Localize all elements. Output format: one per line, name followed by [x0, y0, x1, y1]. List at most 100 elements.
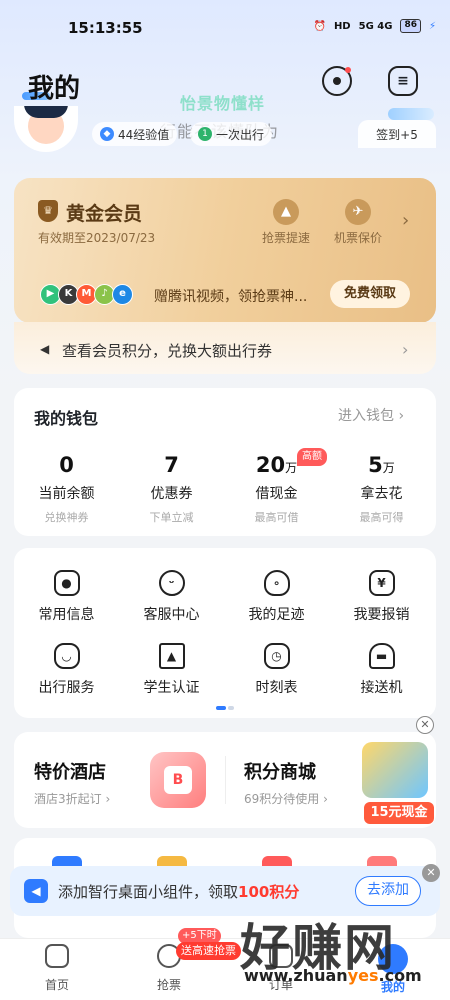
tab-home[interactable]: 首页	[12, 944, 102, 993]
message-button[interactable]: ≡	[388, 66, 418, 96]
service-label: 我的足迹	[248, 607, 305, 623]
service-label: 客服中心	[143, 607, 200, 623]
notification-dot	[345, 67, 351, 73]
smile-face-icon: ᵕ	[158, 570, 185, 596]
chevron-right-icon: ›	[101, 792, 111, 806]
diamond-icon: ◆	[100, 127, 114, 141]
chevron-right-icon: ›	[402, 340, 409, 359]
wallet-item-coupons[interactable]: 7 优惠券 下单立减	[119, 453, 224, 525]
wallet-label: 拿去花	[360, 486, 403, 502]
service-label: 常用信息	[38, 607, 95, 623]
close-icon[interactable]: ✕	[422, 864, 440, 882]
cash-tag[interactable]: 15元现金	[364, 802, 434, 824]
tab-label: 首页	[44, 978, 69, 992]
speaker-icon: ◀	[40, 342, 50, 356]
mall-sub: 69积分待使用	[244, 792, 320, 806]
service-timetable[interactable]: ◷ 时刻表	[224, 643, 329, 697]
hotel-promo[interactable]: 特价酒店 酒店3折起订 ›	[34, 758, 110, 807]
checkin-button[interactable]: 签到+5	[358, 120, 436, 148]
service-footprint[interactable]: ∘ 我的足迹	[224, 570, 329, 624]
benefit-flight-protect[interactable]: ✈ 机票保价	[323, 199, 393, 246]
charging-icon: ⚡	[428, 20, 436, 32]
service-student[interactable]: ▲ 学生认证	[119, 643, 224, 697]
chevron-right-icon: ›	[319, 792, 328, 806]
service-pickup[interactable]: ▬ 接送机	[329, 643, 434, 697]
crown-shield-icon: ♛	[38, 200, 58, 222]
service-label: 接送机	[360, 680, 403, 696]
bed-icon: B	[164, 766, 192, 794]
message-icon: ≡	[397, 73, 409, 89]
wallet-title: 我的钱包	[34, 409, 99, 428]
target-icon	[333, 77, 341, 85]
close-icon[interactable]: ✕	[416, 716, 434, 734]
wallet-sub: 最高可借	[254, 511, 299, 524]
wallet-value: 20	[255, 453, 286, 477]
tab-label: 抢票	[156, 978, 181, 992]
level-icon: 1	[198, 127, 212, 141]
wallet-sub: 最高可得	[359, 511, 404, 524]
tab-badge: 送高速抢票	[176, 942, 241, 960]
service-common-info[interactable]: ● 常用信息	[14, 570, 119, 624]
hd-icon: HD	[333, 20, 351, 32]
service-label: 出行服务	[38, 680, 95, 696]
wallet-label: 当前余额	[38, 486, 95, 502]
hotel-title: 特价酒店	[34, 762, 106, 783]
enter-wallet-link[interactable]: 进入钱包 ›	[338, 405, 404, 425]
record-button[interactable]	[322, 66, 352, 96]
signal-icon: 5G 4G	[358, 20, 393, 32]
service-label: 我要报销	[353, 607, 410, 623]
level-badge[interactable]: 1 一次出行	[190, 122, 273, 146]
wallet-sub: 兑换神券	[44, 511, 89, 524]
overlay-text: 怡景物懂样	[180, 94, 266, 113]
e-app-icon: e	[112, 284, 133, 305]
status-time: 15:13:55	[68, 19, 143, 37]
chevron-right-icon[interactable]: ›	[402, 210, 409, 231]
watermark-url: www.zhuanyes.com	[244, 966, 422, 985]
member-points-text: 查看会员积分，兑换大额出行券	[62, 342, 273, 360]
gold-member-title: 黄金会员	[66, 203, 143, 225]
gold-valid-date: 有效期至2023/07/23	[38, 231, 156, 245]
alarm-icon: ⏰	[313, 20, 326, 32]
service-reimburse[interactable]: ¥ 我要报销	[329, 570, 434, 624]
benefit-label: 机票保价	[333, 231, 382, 245]
battery-indicator: 86	[400, 19, 421, 33]
wallet-sub: 下单立减	[149, 511, 194, 524]
yuan-receipt-icon: ¥	[368, 570, 395, 596]
service-customer-center[interactable]: ᵕ 客服中心	[119, 570, 224, 624]
add-widget-button[interactable]: 去添加	[355, 876, 421, 906]
chevron-right-icon: ›	[398, 408, 405, 424]
wallet-unit: 万	[285, 461, 298, 475]
free-claim-button[interactable]: 免费领取	[330, 280, 410, 308]
gold-promo-text: 赠腾讯视频，领抢票神...	[154, 289, 308, 305]
points-mall-promo[interactable]: 积分商城 69积分待使用 ›	[244, 758, 328, 807]
wallet-value: 7	[164, 453, 179, 477]
wallet-item-credit[interactable]: 5万 拿去花 最高可得	[329, 453, 434, 525]
service-label: 学生认证	[143, 680, 200, 696]
mall-title: 积分商城	[244, 762, 316, 783]
footprint-icon: ∘	[263, 570, 290, 596]
contact-card-icon: ●	[53, 570, 80, 596]
page-title: 我的	[28, 74, 81, 104]
wallet-label: 借现金	[255, 486, 298, 502]
widget-text-main: 添加智行桌面小组件，领取	[58, 883, 239, 901]
enter-wallet-label: 进入钱包	[338, 408, 394, 424]
widget-points-highlight: 100积分	[238, 883, 300, 901]
gift-box-icon[interactable]	[362, 742, 428, 798]
service-travel[interactable]: ◡ 出行服务	[14, 643, 119, 697]
level-value: 一次出行	[216, 127, 265, 142]
wallet-item-balance[interactable]: 0 当前余额 兑换神券	[14, 453, 119, 525]
car-icon: ▬	[368, 643, 395, 669]
status-icons: ⏰ HD 5G 4G 86 ⚡	[313, 19, 436, 33]
watermark-url-suffix: .com	[378, 966, 422, 985]
watermark-url-prefix: www.zhuan	[244, 966, 348, 985]
wallet-value: 0	[59, 453, 74, 477]
exp-badge[interactable]: ◆ 44经验值	[92, 122, 178, 146]
airplane-icon: ✈	[345, 199, 371, 225]
bag-icon: ◡	[53, 643, 80, 669]
benefit-label: 抢票提速	[261, 231, 310, 245]
speaker-icon: ◀	[24, 879, 48, 903]
avatar[interactable]	[14, 106, 78, 152]
benefit-ticket-speed[interactable]: ▲ 抢票提速	[251, 199, 321, 246]
hotel-icon[interactable]: B	[150, 752, 206, 808]
clock-icon: ◷	[263, 643, 290, 669]
